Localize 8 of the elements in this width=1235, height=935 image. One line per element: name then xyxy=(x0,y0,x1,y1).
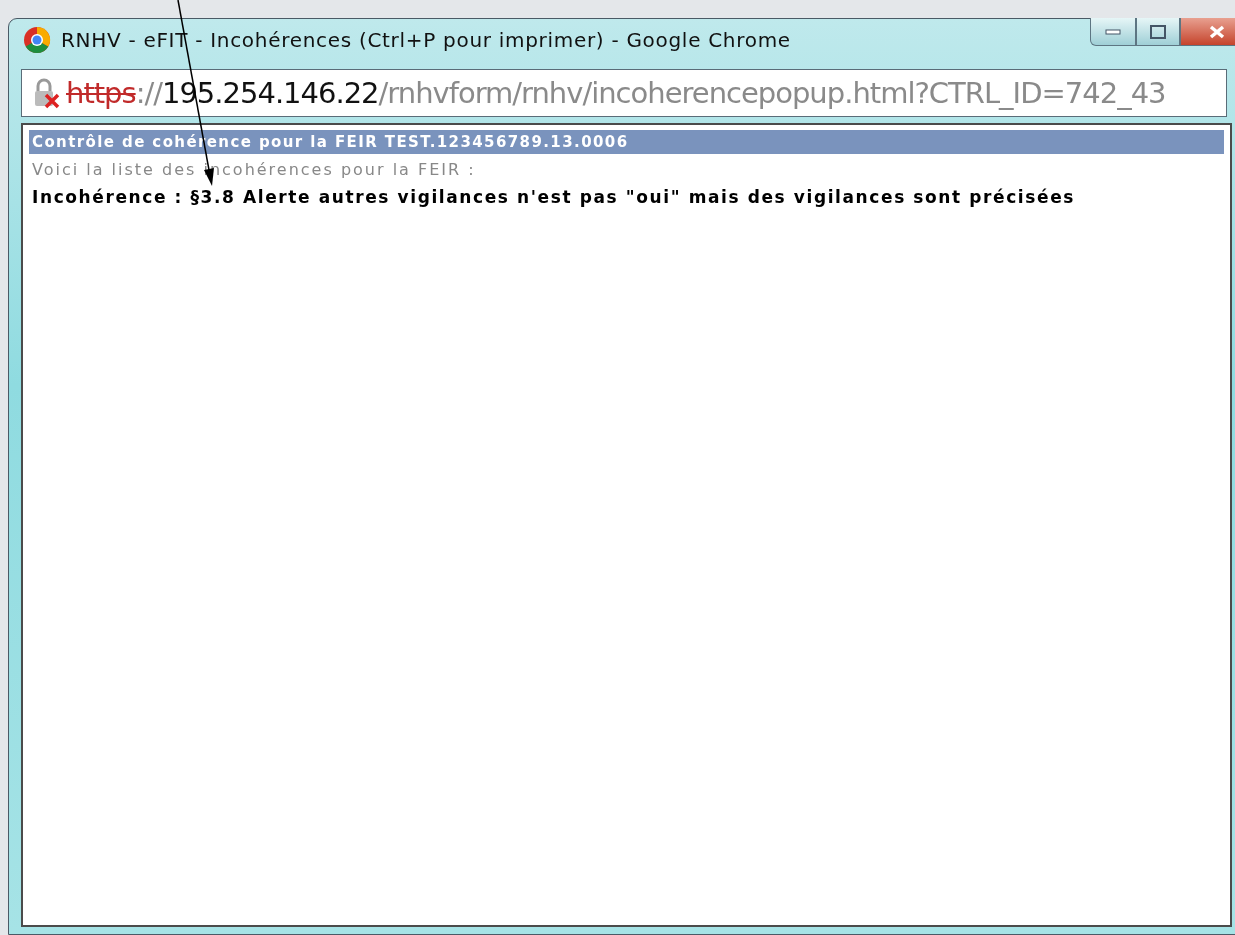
maximize-button[interactable] xyxy=(1136,18,1180,46)
maximize-icon xyxy=(1150,24,1166,39)
minimize-icon xyxy=(1105,28,1121,35)
issue-text: Incohérence : §3.8 Alerte autres vigilances n'est pas "oui" mais des vigilances sont précisées xyxy=(31,186,1076,207)
close-button[interactable] xyxy=(1180,18,1235,46)
chrome-logo-icon xyxy=(23,26,51,54)
minimize-button[interactable] xyxy=(1090,18,1136,46)
close-icon xyxy=(1208,24,1226,39)
